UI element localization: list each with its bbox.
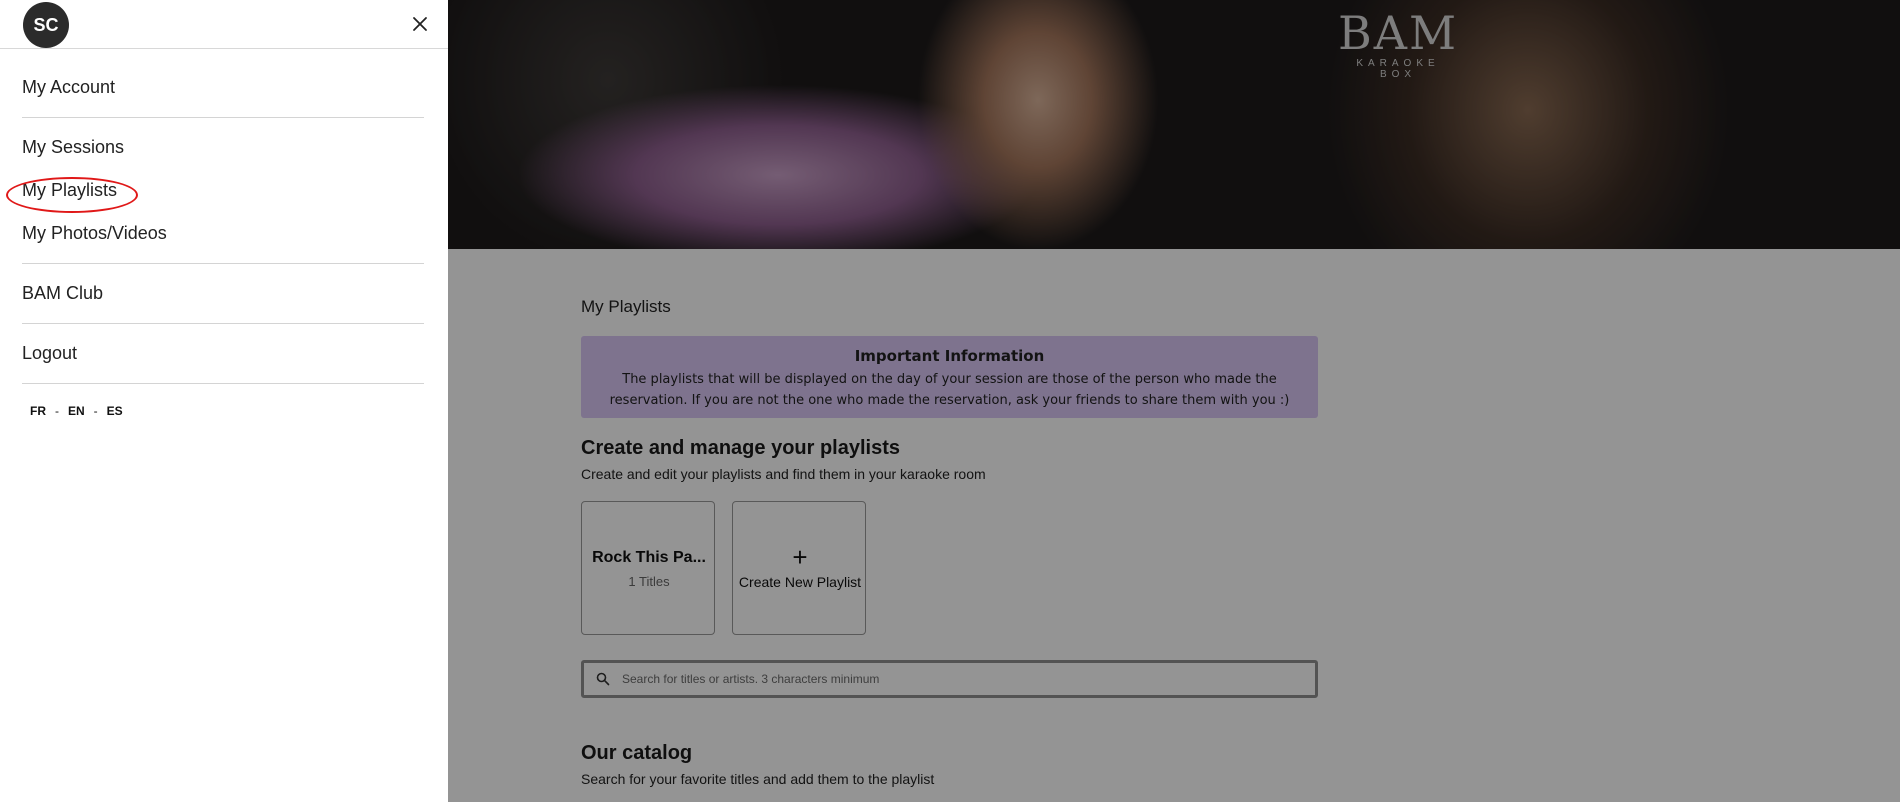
language-es[interactable]: ES — [107, 404, 123, 418]
avatar[interactable]: SC — [23, 2, 69, 48]
language-switcher: FR - EN - ES — [30, 404, 123, 418]
language-fr[interactable]: FR — [30, 404, 46, 418]
nav-item-my-sessions[interactable]: My Sessions — [22, 137, 124, 158]
nav-item-my-account[interactable]: My Account — [22, 77, 115, 98]
divider — [22, 263, 424, 264]
divider — [22, 117, 424, 118]
highlight-annotation — [6, 177, 138, 213]
divider — [22, 383, 424, 384]
divider — [22, 323, 424, 324]
close-icon[interactable] — [408, 12, 432, 36]
language-en[interactable]: EN — [68, 404, 85, 418]
nav-item-bam-club[interactable]: BAM Club — [22, 283, 103, 304]
modal-backdrop[interactable] — [448, 0, 1900, 802]
nav-item-logout[interactable]: Logout — [22, 343, 77, 364]
nav-item-my-photos-videos[interactable]: My Photos/Videos — [22, 223, 167, 244]
side-drawer: SC My Account My Sessions My Playlists M… — [0, 0, 448, 802]
drawer-header: SC — [0, 0, 448, 49]
